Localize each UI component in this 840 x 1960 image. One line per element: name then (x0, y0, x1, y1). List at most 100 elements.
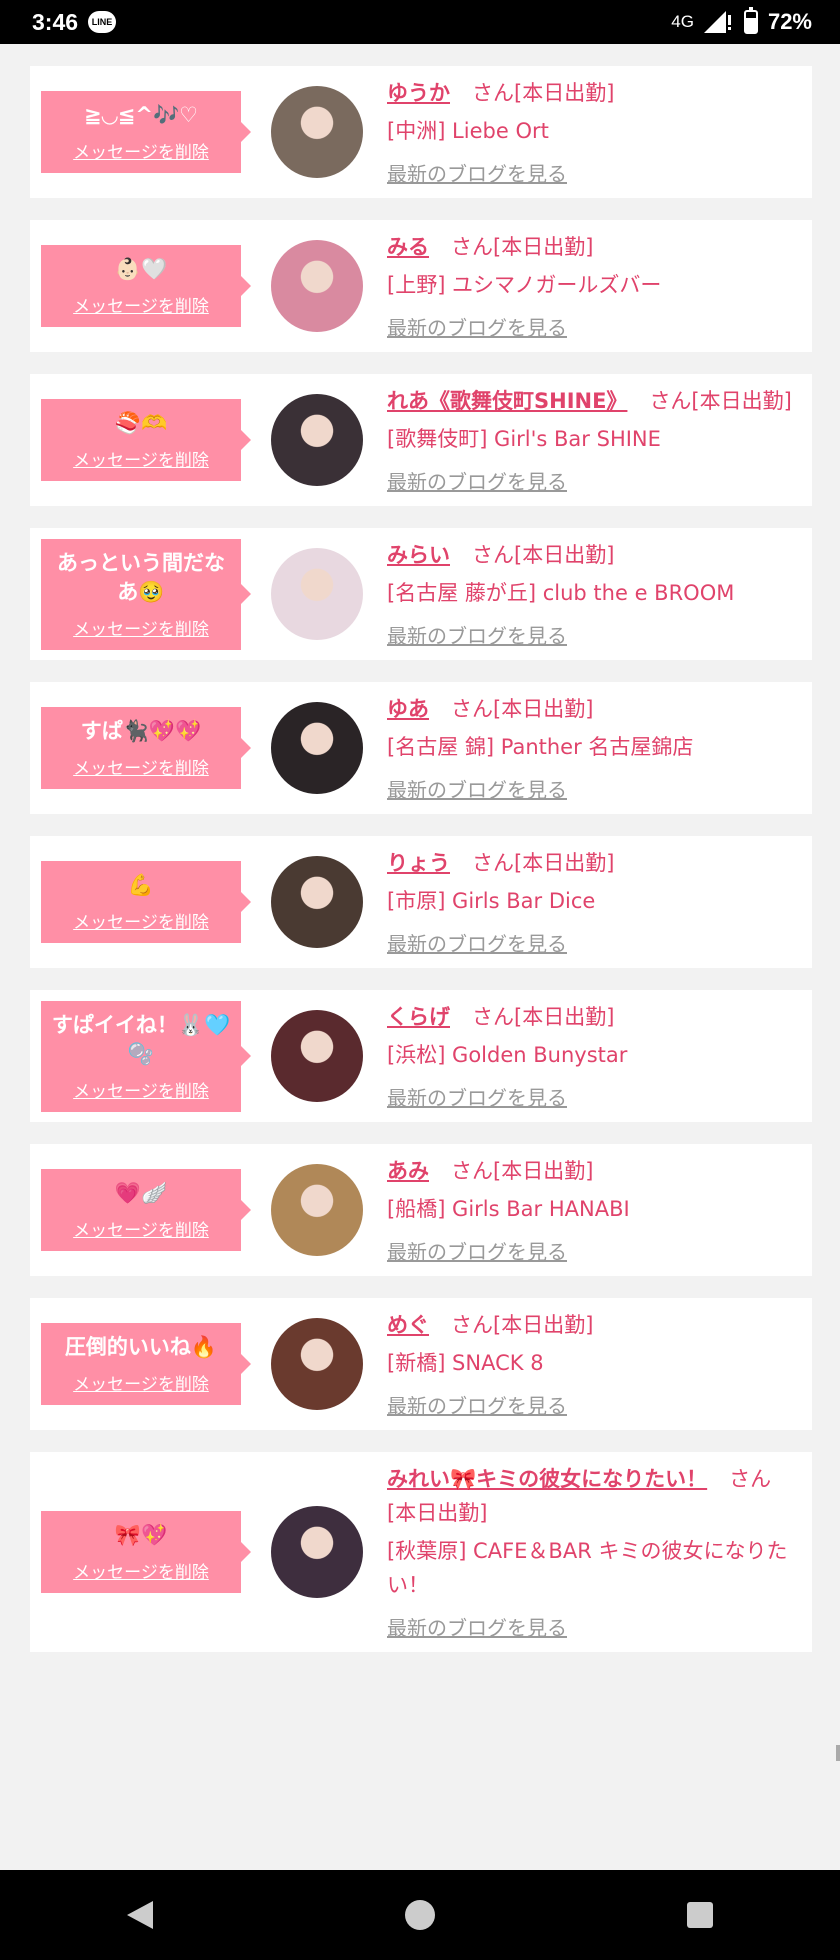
avatar[interactable] (271, 394, 363, 486)
latest-blog-link[interactable]: 最新のブログを見る (387, 1614, 796, 1642)
avatar[interactable] (271, 1164, 363, 1256)
clock: 3:46 (32, 8, 79, 35)
scroll-indicator[interactable] (836, 1745, 840, 1761)
latest-blog-link[interactable]: 最新のブログを見る (387, 776, 796, 804)
shop-name: [名古屋 藤が丘] club the e BROOM (387, 581, 735, 605)
profile-info: みらい さん[本日出勤] [名古屋 藤が丘] club the e BROOM 最… (387, 538, 812, 650)
profile-info: ゆあ さん[本日出勤] [名古屋 錦] Panther 名古屋錦店 最新のブログを… (387, 692, 812, 804)
cast-name-link[interactable]: みる (387, 235, 429, 259)
recents-button[interactable] (670, 1885, 730, 1945)
network-type: 4G (671, 12, 694, 31)
message-bubble: 🍣🫶 メッセージを削除 (41, 399, 251, 481)
shop-name: [浜松] Golden Bunystar (387, 1043, 628, 1067)
avatar[interactable] (271, 86, 363, 178)
delete-message-link[interactable]: メッセージを削除 (73, 292, 209, 317)
back-button[interactable] (110, 1885, 170, 1945)
avatar[interactable] (271, 1010, 363, 1102)
avatar[interactable] (271, 240, 363, 332)
message-text: 🎀💖 (114, 1523, 168, 1547)
message-bubble: 💗🪽 メッセージを削除 (41, 1169, 251, 1251)
favorite-card: 👶🏻🤍 メッセージを削除 みる さん[本日出勤] [上野] ユシマノガールズバー … (30, 220, 812, 352)
latest-blog-link[interactable]: 最新のブログを見る (387, 1392, 796, 1420)
latest-blog-link[interactable]: 最新のブログを見る (387, 1084, 796, 1112)
cast-name-link[interactable]: めぐ (387, 1313, 429, 1337)
name-line: あみ さん[本日出勤] (387, 1154, 796, 1188)
delete-message-link[interactable]: メッセージを削除 (73, 138, 209, 163)
favorite-card: 圧倒的いいね🔥 メッセージを削除 めぐ さん[本日出勤] [新橋] SNACK 8… (30, 1298, 812, 1430)
message-bubble: あっという間だなあ🥹 メッセージを削除 (41, 538, 251, 650)
message-text: ≧◡≦^🎶♡ (84, 103, 198, 127)
profile-info: りょう さん[本日出勤] [市原] Girls Bar Dice 最新のブログを見… (387, 846, 812, 958)
cast-name-link[interactable]: くらげ (387, 1005, 450, 1029)
latest-blog-link[interactable]: 最新のブログを見る (387, 1238, 796, 1266)
avatar[interactable] (271, 702, 363, 794)
delete-message-link[interactable]: メッセージを削除 (73, 1077, 209, 1102)
message-text: あっという間だなあ🥹 (57, 550, 225, 604)
message-bubble: すぱ🐈‍⬛💖💖 メッセージを削除 (41, 707, 251, 789)
latest-blog-link[interactable]: 最新のブログを見る (387, 622, 796, 650)
name-line: みる さん[本日出勤] (387, 230, 796, 264)
latest-blog-link[interactable]: 最新のブログを見る (387, 314, 796, 342)
message-text: すぱイイね！🐰🩵🫧 (51, 1012, 231, 1066)
favorite-card: 💪 メッセージを削除 りょう さん[本日出勤] [市原] Girls Bar Di… (30, 836, 812, 968)
latest-blog-link[interactable]: 最新のブログを見る (387, 468, 796, 496)
cast-name-link[interactable]: あみ (387, 1159, 429, 1183)
profile-info: みる さん[本日出勤] [上野] ユシマノガールズバー 最新のブログを見る (387, 230, 812, 342)
avatar[interactable] (271, 1318, 363, 1410)
message-bubble: 👶🏻🤍 メッセージを削除 (41, 245, 251, 327)
cast-name-link[interactable]: ゆあ (387, 697, 429, 721)
battery-icon (743, 7, 758, 34)
shop-name: [上野] ユシマノガールズバー (387, 273, 662, 297)
status-bar: 3:46 LINE 4G 72% (0, 0, 840, 44)
name-line: ゆあ さん[本日出勤] (387, 692, 796, 726)
battery-percent: 72% (767, 9, 812, 34)
delete-message-link[interactable]: メッセージを削除 (73, 754, 209, 779)
delete-message-link[interactable]: メッセージを削除 (73, 615, 209, 640)
cast-name-link[interactable]: みらい (387, 543, 450, 567)
shop-name: [秋葉原] CAFE＆BAR キミの彼女になりたい！ (387, 1539, 788, 1597)
home-button[interactable] (390, 1885, 450, 1945)
favorite-card: 💗🪽 メッセージを削除 あみ さん[本日出勤] [船橋] Girls Bar HA… (30, 1144, 812, 1276)
signal-icon (703, 11, 731, 33)
delete-message-link[interactable]: メッセージを削除 (73, 1370, 209, 1395)
profile-info: ゆうか さん[本日出勤] [中洲] Liebe Ort 最新のブログを見る (387, 76, 812, 188)
avatar[interactable] (271, 856, 363, 948)
latest-blog-link[interactable]: 最新のブログを見る (387, 930, 796, 958)
message-text: 👶🏻🤍 (114, 257, 168, 281)
message-bubble: すぱイイね！🐰🩵🫧 メッセージを削除 (41, 1000, 251, 1112)
avatar[interactable] (271, 1506, 363, 1598)
delete-message-link[interactable]: メッセージを削除 (73, 446, 209, 471)
recents-square-icon (687, 1902, 713, 1928)
shop-name: [歌舞伎町] Girl's Bar SHINE (387, 427, 661, 451)
cast-name-link[interactable]: みれい🎀キミの彼女になりたい！ (387, 1467, 707, 1491)
attendance-status: さん[本日出勤] (472, 81, 615, 105)
name-line: くらげ さん[本日出勤] (387, 1000, 796, 1034)
shop-name: [新橋] SNACK 8 (387, 1351, 544, 1375)
name-line: みらい さん[本日出勤] (387, 538, 796, 572)
cast-name-link[interactable]: ゆうか (387, 81, 450, 105)
home-circle-icon (405, 1900, 435, 1930)
favorite-card: あっという間だなあ🥹 メッセージを削除 みらい さん[本日出勤] [名古屋 藤が丘… (30, 528, 812, 660)
favorite-card: すぱイイね！🐰🩵🫧 メッセージを削除 くらげ さん[本日出勤] [浜松] Gold… (30, 990, 812, 1122)
profile-info: めぐ さん[本日出勤] [新橋] SNACK 8 最新のブログを見る (387, 1308, 812, 1420)
attendance-status: さん[本日出勤] (451, 235, 594, 259)
name-line: れあ《歌舞伎町SHINE》 さん[本日出勤] (387, 384, 796, 418)
message-text: 💪 (127, 873, 155, 897)
avatar[interactable] (271, 548, 363, 640)
name-line: ゆうか さん[本日出勤] (387, 76, 796, 110)
message-text: 🍣🫶 (114, 411, 168, 435)
battery-fill (745, 17, 756, 32)
latest-blog-link[interactable]: 最新のブログを見る (387, 160, 796, 188)
message-bubble: 圧倒的いいね🔥 メッセージを削除 (41, 1323, 251, 1405)
message-text: 💗🪽 (114, 1181, 168, 1205)
favorite-card: 🍣🫶 メッセージを削除 れあ《歌舞伎町SHINE》 さん[本日出勤] [歌舞伎町]… (30, 374, 812, 506)
message-bubble: 🎀💖 メッセージを削除 (41, 1511, 251, 1593)
cast-name-link[interactable]: りょう (387, 851, 450, 875)
delete-message-link[interactable]: メッセージを削除 (73, 1216, 209, 1241)
delete-message-link[interactable]: メッセージを削除 (73, 1558, 209, 1583)
status-right: 4G 72% (671, 7, 812, 35)
delete-message-link[interactable]: メッセージを削除 (73, 908, 209, 933)
shop-name: [名古屋 錦] Panther 名古屋錦店 (387, 735, 694, 759)
favorite-card: すぱ🐈‍⬛💖💖 メッセージを削除 ゆあ さん[本日出勤] [名古屋 錦] Pant… (30, 682, 812, 814)
cast-name-link[interactable]: れあ《歌舞伎町SHINE》 (387, 389, 627, 413)
